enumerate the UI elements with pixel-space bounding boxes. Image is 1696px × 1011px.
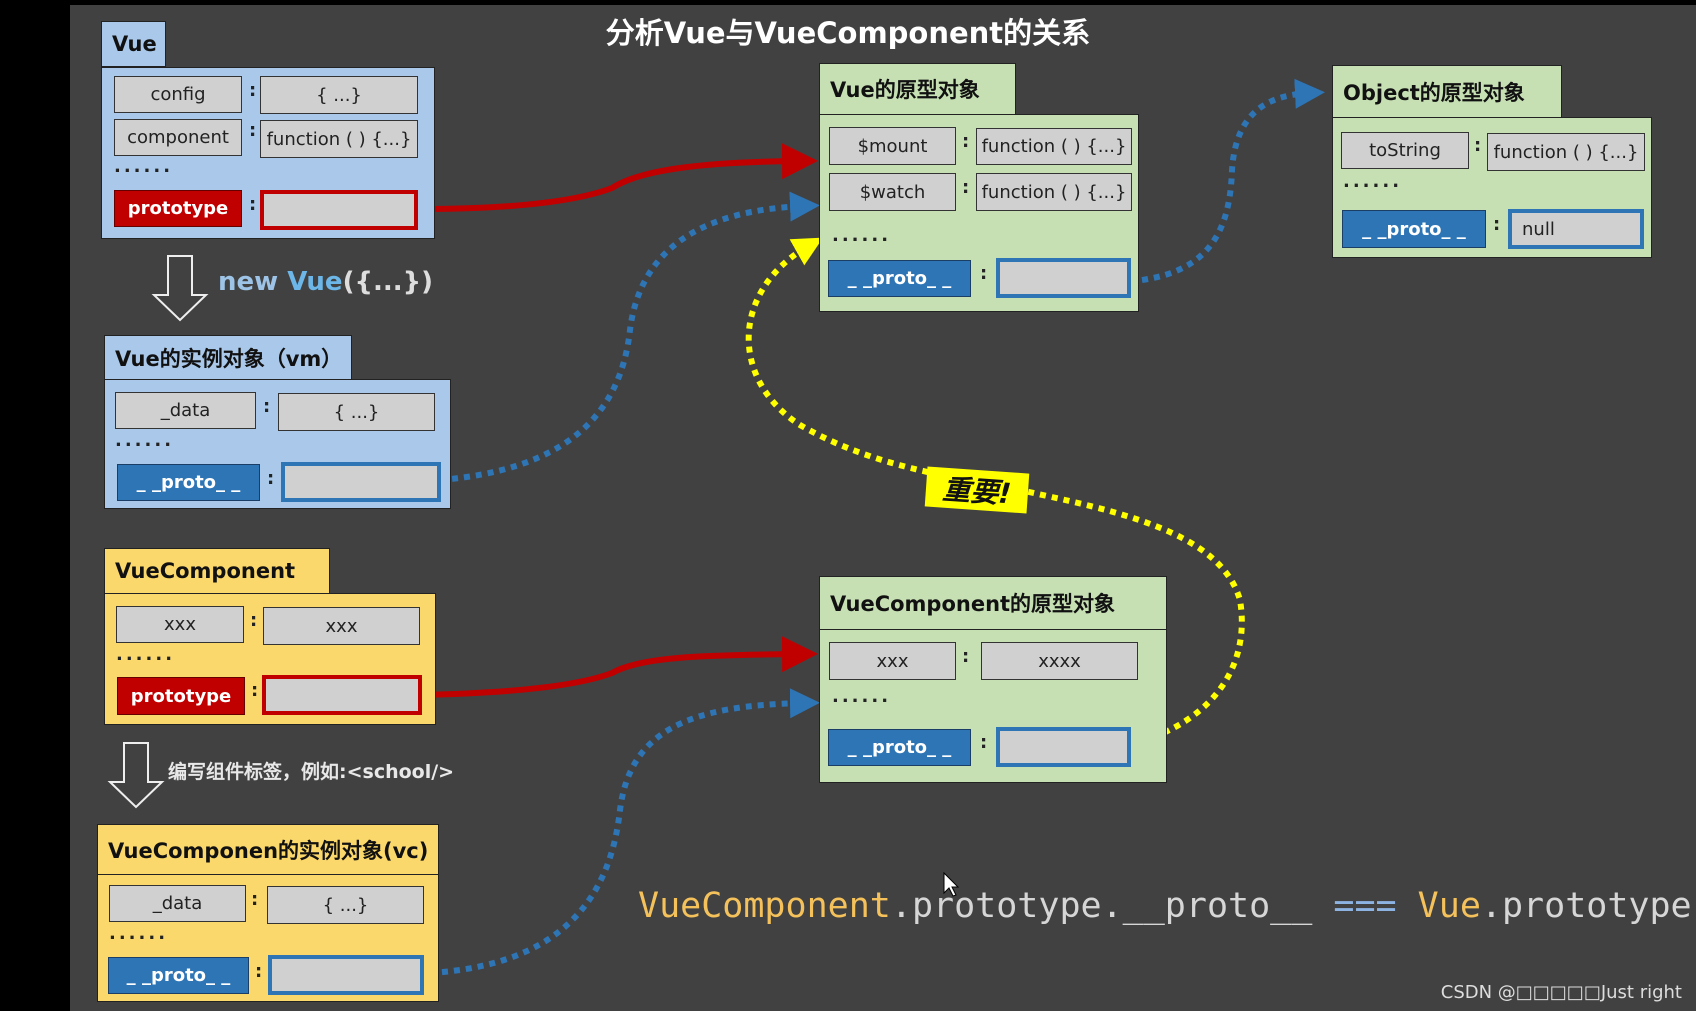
ellipsis: ...... — [832, 686, 892, 707]
object-prototype-proto-value: null — [1508, 209, 1644, 249]
colon: : — [962, 646, 970, 667]
object-prototype-panel: toString : function ( ) {...} ...... _ _… — [1332, 117, 1652, 258]
colon: : — [263, 396, 271, 417]
relationship-formula: VueComponent.prototype.__proto__ === Vue… — [638, 886, 1692, 926]
vue-prototype-header: Vue的原型对象 — [819, 63, 1016, 115]
vuecomponent-value-xxx: xxx — [263, 607, 420, 645]
vue-prototype-key: prototype — [114, 190, 242, 227]
vue-prototype-arrow — [417, 143, 818, 212]
vm-proto-arrow — [439, 191, 820, 483]
formula-equals: === — [1333, 886, 1397, 926]
colon: : — [962, 131, 970, 152]
new-keyword: new — [218, 267, 288, 297]
formula-prototype-proto: .prototype.__proto__ — [890, 886, 1334, 926]
vc-prototype-proto-key: _ _proto_ _ — [828, 729, 971, 766]
watermark: CSDN @□□□□□Just right — [1440, 982, 1682, 1003]
new-vue-note: new Vue({...}) — [218, 267, 433, 297]
formula-vuecomponent: VueComponent — [638, 886, 891, 926]
vuecomponent-key-xxx: xxx — [116, 606, 244, 643]
object-prototype-key-tostring: toString — [1341, 132, 1469, 169]
vc-prototype-value-xxxx: xxxx — [981, 642, 1138, 680]
vue-prototype-key-watch: $watch — [829, 173, 956, 211]
ellipsis: ...... — [109, 923, 169, 944]
vc-prototype-key-xxx: xxx — [829, 642, 956, 680]
vc-key-data: _data — [109, 885, 246, 922]
vm-header: Vue的实例对象（vm） — [104, 335, 352, 380]
colon: : — [251, 680, 259, 701]
vc-proto-key: _ _proto_ _ — [108, 957, 249, 994]
formula-vue: Vue — [1396, 886, 1481, 926]
vue-value-config: { ...} — [260, 76, 418, 114]
component-tag-note: 编写组件标签，例如:<school/> — [168, 761, 455, 783]
vuecomponent-header: VueComponent — [104, 548, 330, 594]
vm-panel: _data : { ...} ...... _ _proto_ _ : — [104, 379, 451, 509]
vue-keyword: Vue — [287, 267, 343, 297]
ellipsis: ...... — [114, 156, 174, 177]
vue-value-component: function ( ) {...} — [260, 120, 418, 158]
vc-header: VueComponen的实例对象(vc) — [97, 824, 439, 875]
args-text: ({...}) — [342, 267, 433, 297]
vc-proto-value — [268, 955, 424, 995]
vue-prototype-value — [260, 190, 418, 230]
vue-key-config: config — [114, 76, 242, 113]
object-prototype-value-tostring: function ( ) {...} — [1487, 133, 1645, 171]
vc-prototype-header: VueComponent的原型对象 — [819, 576, 1167, 630]
colon: : — [267, 468, 275, 489]
colon: : — [249, 194, 257, 215]
vc-proto-arrow — [429, 688, 820, 976]
colon: : — [1474, 135, 1482, 156]
ellipsis: ...... — [1343, 171, 1403, 192]
vuecomponent-prototype-key: prototype — [117, 677, 245, 715]
vue-panel: config : { ...} component : function ( )… — [101, 67, 435, 239]
vc-prototype-proto-value — [996, 727, 1131, 767]
vue-prototype-key-mount: $mount — [829, 127, 956, 165]
vue-prototype-proto-value — [996, 258, 1131, 298]
ellipsis: ...... — [832, 225, 892, 246]
colon: : — [980, 732, 988, 753]
colon: : — [255, 961, 263, 982]
vue-prototype-value-mount: function ( ) {...} — [976, 128, 1132, 165]
ellipsis: ...... — [116, 644, 176, 665]
object-prototype-proto-key: _ _proto_ _ — [1342, 210, 1486, 248]
important-label: 重要! — [924, 466, 1030, 514]
vue-header: Vue — [101, 21, 166, 67]
object-prototype-header: Object的原型对象 — [1332, 65, 1562, 118]
colon: : — [249, 80, 257, 101]
colon: : — [251, 889, 259, 910]
vc-prototype-panel: xxx : xxxx ...... _ _proto_ _ : — [819, 629, 1167, 783]
ellipsis: ...... — [115, 430, 175, 451]
vc-panel: _data : { ...} ...... _ _proto_ _ : — [97, 874, 439, 1002]
vm-key-data: _data — [115, 392, 256, 429]
vuecomponent-panel: xxx : xxx ...... prototype : — [104, 593, 436, 725]
colon: : — [980, 263, 988, 284]
vuecomponent-prototype-value — [262, 675, 422, 715]
vc-prototype-arrow — [417, 636, 818, 698]
vm-proto-key: _ _proto_ _ — [117, 464, 260, 501]
formula-prototype: .prototype — [1480, 886, 1692, 926]
vue-prototype-value-watch: function ( ) {...} — [976, 173, 1132, 211]
colon: : — [250, 610, 258, 631]
colon: : — [249, 120, 257, 141]
vue-proto-to-object-arrow — [1141, 78, 1325, 283]
new-vue-down-arrow — [151, 255, 209, 322]
colon: : — [1493, 214, 1501, 235]
vue-prototype-panel: $mount : function ( ) {...} $watch : fun… — [819, 114, 1139, 312]
colon: : — [962, 177, 970, 198]
vue-key-component: component — [114, 119, 242, 156]
vm-proto-value — [281, 462, 441, 502]
component-tag-down-arrow — [107, 742, 165, 809]
vc-value-data: { ...} — [267, 886, 424, 924]
vue-prototype-proto-key: _ _proto_ _ — [828, 260, 971, 297]
vm-value-data: { ...} — [278, 393, 435, 431]
